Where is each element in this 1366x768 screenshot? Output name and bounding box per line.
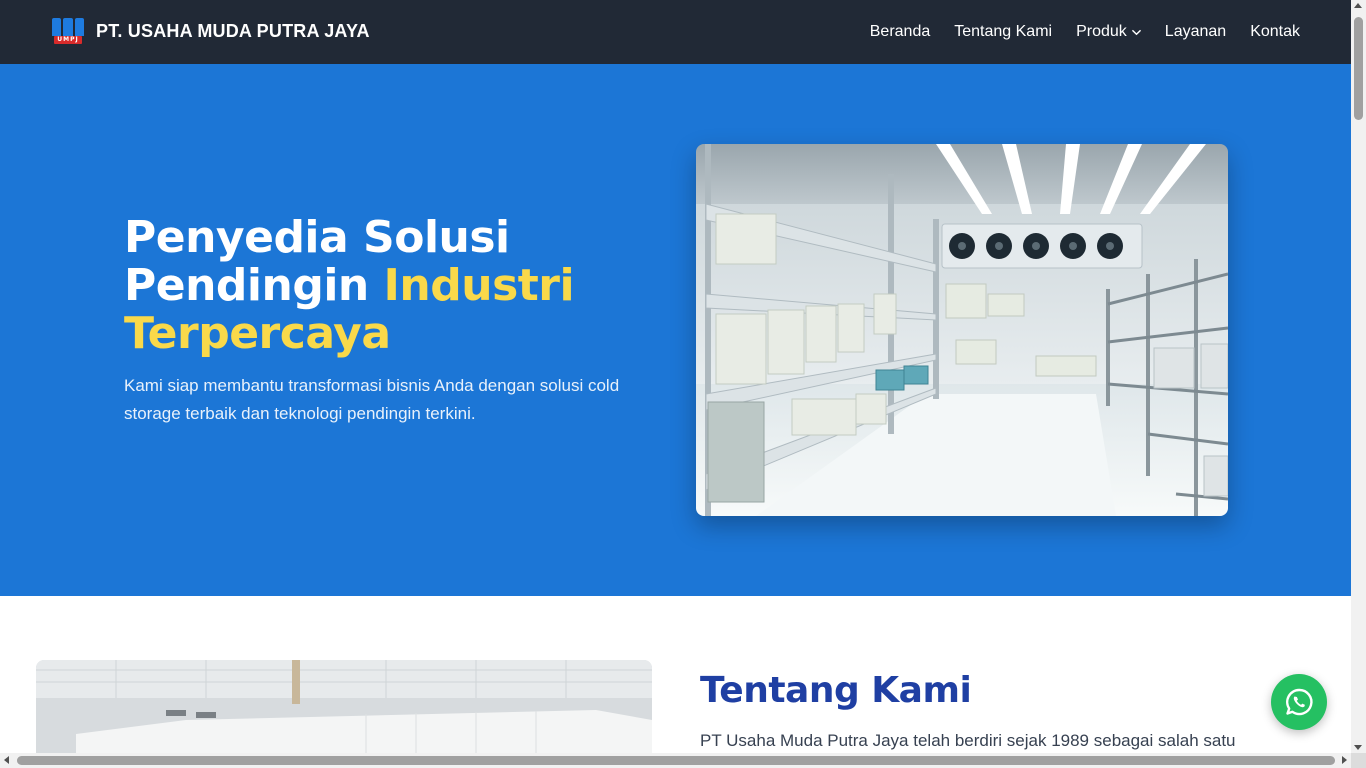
- navbar: UMPJ PT. USAHA MUDA PUTRA JAYA Beranda T…: [0, 0, 1351, 64]
- nav-item-beranda[interactable]: Beranda: [870, 23, 931, 41]
- nav-item-label: Beranda: [869, 23, 931, 40]
- hero-title-highlight: Industri: [383, 260, 575, 311]
- nav-item-label: Kontak: [1250, 23, 1300, 40]
- brand[interactable]: UMPJ PT. USAHA MUDA PUTRA JAYA: [52, 18, 370, 45]
- vertical-scroll-thumb[interactable]: [1354, 17, 1363, 120]
- hero-section: Penyedia Solusi Pendingin Industri Terpe…: [0, 64, 1351, 596]
- company-logo-icon: UMPJ: [52, 18, 84, 45]
- scroll-left-icon[interactable]: [4, 756, 9, 764]
- cold-storage-room-photo: [696, 144, 1228, 516]
- chevron-down-icon: [1131, 29, 1141, 35]
- scroll-right-icon[interactable]: [1342, 756, 1347, 764]
- whatsapp-button[interactable]: [1271, 674, 1327, 730]
- hero-subtitle: Kami siap membantu transformasi bisnis A…: [124, 376, 620, 423]
- hero-title-line1: Penyedia Solusi: [124, 212, 510, 263]
- vertical-scrollbar[interactable]: [1351, 0, 1366, 753]
- horizontal-scrollbar[interactable]: [0, 753, 1351, 768]
- hero-title: Penyedia Solusi Pendingin Industri Terpe…: [124, 214, 644, 358]
- hero-title-line2: Pendingin: [124, 260, 384, 311]
- nav-item-label: Layanan: [1164, 23, 1227, 40]
- about-text: PT Usaha Muda Putra Jaya telah berdiri s…: [700, 731, 1236, 750]
- scroll-up-icon[interactable]: [1354, 3, 1362, 8]
- horizontal-scroll-thumb[interactable]: [17, 756, 1335, 765]
- nav-item-label: Produk: [1076, 23, 1127, 40]
- brand-name: PT. USAHA MUDA PUTRA JAYA: [96, 21, 370, 41]
- cold-room-panel-photo: [36, 660, 652, 753]
- nav-item-kontak[interactable]: Kontak: [1250, 23, 1300, 41]
- nav-menu: Beranda Tentang Kami Produk Layanan Kont…: [870, 0, 1300, 64]
- nav-item-layanan[interactable]: Layanan: [1165, 23, 1226, 41]
- nav-item-label: Tentang Kami: [954, 23, 1053, 40]
- whatsapp-icon: [1286, 688, 1313, 716]
- nav-item-tentang-kami[interactable]: Tentang Kami: [954, 23, 1052, 41]
- hero-title-highlight-2: Terpercaya: [124, 308, 391, 359]
- scroll-down-icon[interactable]: [1354, 745, 1362, 750]
- scrollbar-corner: [1351, 753, 1366, 768]
- about-title: Tentang Kami: [700, 670, 972, 711]
- nav-item-produk[interactable]: Produk: [1076, 23, 1141, 41]
